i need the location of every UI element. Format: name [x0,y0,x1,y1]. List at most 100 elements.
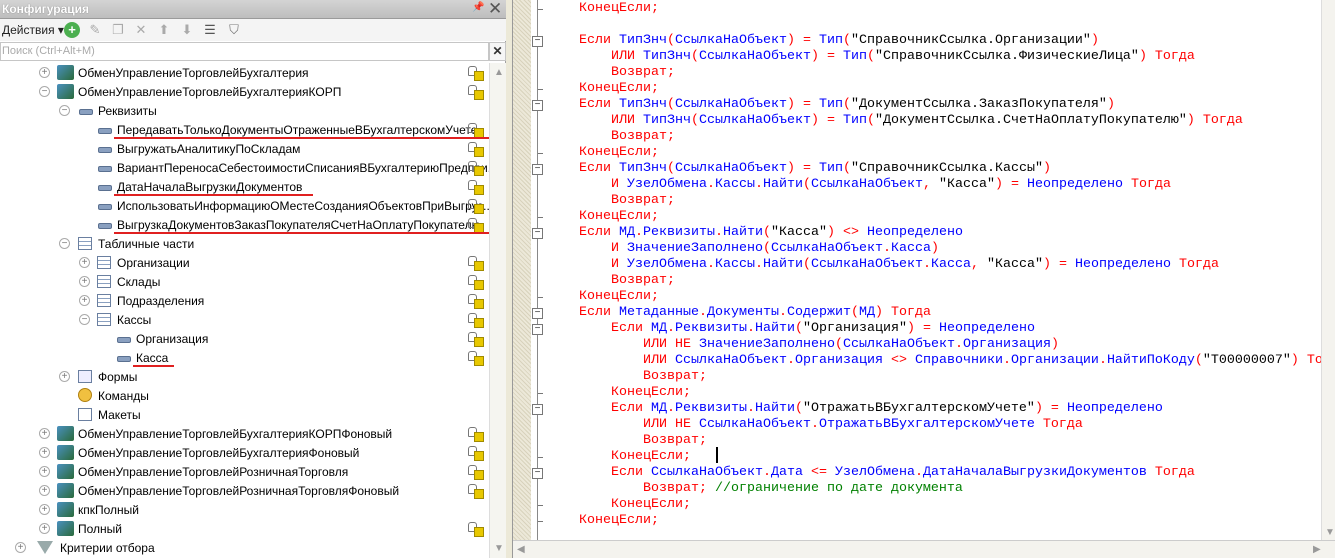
tree-item[interactable]: + кпкПолный [0,500,489,519]
code-line[interactable]: КонецЕсли; [611,385,691,401]
expand-icon[interactable]: + [39,504,50,515]
code-line[interactable]: Возврат; [643,369,707,385]
code-line[interactable]: ИЛИ ТипЗнч(СсылкаНаОбъект) = Тип("Справо… [611,49,1195,65]
tree-item[interactable]: Макеты [0,405,489,424]
tree-item[interactable]: − ОбменУправлениеТорговлейБухгалтерияКОРП [0,82,489,101]
collapse-icon[interactable]: − [59,105,70,116]
code-line[interactable]: КонецЕсли; [579,145,659,161]
tree-item[interactable]: ДатаНачалаВыгрузкиДокументов [0,177,489,196]
close-icon[interactable]: ✕ [488,0,502,19]
code-line[interactable]: ИЛИ СсылкаНаОбъект.Организация <> Справо… [643,353,1323,369]
code-line[interactable]: Возврат; [611,193,675,209]
code-line[interactable]: КонецЕсли; [579,513,659,529]
expand-icon[interactable]: + [39,466,50,477]
code-line[interactable]: Если МД.Реквизиты.Найти("Организация") =… [611,321,1035,337]
editor-horizontal-scrollbar[interactable]: ◀ ▶ [513,540,1335,558]
code-line[interactable]: И УзелОбмена.Кассы.Найти(СсылкаНаОбъект.… [611,257,1219,273]
sort-icon[interactable]: ☰ [202,22,218,38]
code-line[interactable]: ИЛИ НЕ ЗначениеЗаполнено(СсылкаНаОбъект.… [643,337,1059,353]
code-line[interactable]: И УзелОбмена.Кассы.Найти(СсылкаНаОбъект,… [611,177,1171,193]
expand-icon[interactable]: + [59,371,70,382]
code-line[interactable]: Возврат; [643,433,707,449]
code-line[interactable]: Возврат; //ограничение по дате документа [643,481,963,497]
editor-vertical-scrollbar[interactable]: ▼ [1321,0,1335,540]
collapse-icon[interactable]: − [39,86,50,97]
expand-icon[interactable]: + [39,67,50,78]
tree-item[interactable]: + ОбменУправлениеТорговлейРозничнаяТоргов… [0,481,489,500]
code-line[interactable]: ИЛИ НЕ СсылкаНаОбъект.ОтражатьВБухгалтер… [643,417,1083,433]
code-line[interactable]: ИЛИ ТипЗнч(СсылкаНаОбъект) = Тип("Докуме… [611,113,1243,129]
tree-item[interactable]: − Реквизиты [0,101,489,120]
tree-item[interactable]: + Формы [0,367,489,386]
fold-toggle-icon[interactable]: − [532,404,543,415]
code-line[interactable]: КонецЕсли; [579,1,659,17]
tree-item[interactable]: + Подразделения [0,291,489,310]
code-line[interactable]: Если ТипЗнч(СсылкаНаОбъект) = Тип("Справ… [579,33,1099,49]
expand-icon[interactable]: + [39,428,50,439]
move-down-icon[interactable]: ⬇ [179,22,195,38]
search-input[interactable]: Поиск (Ctrl+Alt+M) [0,42,489,61]
fold-toggle-icon[interactable]: − [532,468,543,479]
tree-item[interactable]: + Организации [0,253,489,272]
tree-item[interactable]: + Критерии отбора [0,538,489,557]
delete-icon[interactable]: ✕ [133,22,149,38]
collapse-icon[interactable]: − [59,238,70,249]
filter-icon[interactable]: ⛉ [226,22,242,38]
add-icon[interactable]: + [64,22,80,38]
code-line[interactable]: Если Метаданные.Документы.Содержит(МД) Т… [579,305,931,321]
tree-item[interactable]: − Табличные части [0,234,489,253]
copy-icon[interactable]: ❐ [110,22,126,38]
fold-toggle-icon[interactable]: − [532,228,543,239]
tree-item[interactable]: + Склады [0,272,489,291]
clear-search-button[interactable]: ✕ [489,42,506,61]
pin-icon[interactable]: 📌 [472,2,484,13]
tree-item[interactable]: + ОбменУправлениеТорговлейБухгалтерияФоно… [0,443,489,462]
code-line[interactable]: Возврат; [611,65,675,81]
actions-menu-button[interactable]: Действия ▾ [2,23,64,37]
scroll-down-icon[interactable]: ▼ [1325,527,1335,538]
expand-icon[interactable]: + [39,523,50,534]
collapse-icon[interactable]: − [79,314,90,325]
scroll-right-icon[interactable]: ▶ [1313,544,1321,555]
code-line[interactable]: Возврат; [611,129,675,145]
code-line[interactable]: КонецЕсли; [611,449,691,465]
tree-item[interactable]: + ОбменУправлениеТорговлейБухгалтерия [0,63,489,82]
tree-item[interactable]: ВариантПереносаСебестоимостиСписанияВБух… [0,158,498,177]
tree-item[interactable]: Организация [0,329,489,348]
move-up-icon[interactable]: ⬆ [156,22,172,38]
scroll-left-icon[interactable]: ◀ [517,544,525,555]
edit-icon[interactable]: ✎ [87,22,103,38]
tree-scrollbar[interactable]: ▲ ▼ [489,63,506,558]
tree-item[interactable]: + ОбменУправлениеТорговлейРозничнаяТоргов… [0,462,489,481]
expand-icon[interactable]: + [79,257,90,268]
code-line[interactable]: Если ТипЗнч(СсылкаНаОбъект) = Тип("Докум… [579,97,1115,113]
expand-icon[interactable]: + [39,485,50,496]
code-line[interactable]: КонецЕсли; [611,497,691,513]
code-line[interactable]: КонецЕсли; [579,289,659,305]
tree-item[interactable]: ИспользоватьИнформациюОМестеСозданияОбъе… [0,196,493,215]
fold-toggle-icon[interactable]: − [532,164,543,175]
code-line[interactable]: КонецЕсли; [579,81,659,97]
code-line[interactable]: Если МД.Реквизиты.Найти("Касса") <> Неоп… [579,225,963,241]
tree-item[interactable]: ПередаватьТолькоДокументыОтраженныеВБухг… [0,120,493,139]
scroll-down-icon[interactable]: ▼ [494,543,504,554]
expand-icon[interactable]: + [39,447,50,458]
code-editor[interactable]: КонецЕсли; Если ТипЗнч(СсылкаНаОбъект) = … [512,0,1335,558]
expand-icon[interactable]: + [15,542,26,553]
code-line[interactable]: И ЗначениеЗаполнено(СсылкаНаОбъект.Касса… [611,241,939,257]
code-line[interactable]: Если СсылкаНаОбъект.Дата <= УзелОбмена.Д… [611,465,1195,481]
tree-item[interactable]: ВыгружатьАналитикуПоСкладам [0,139,489,158]
tree-item[interactable]: + ОбменУправлениеТорговлейБухгалтерияКОРП… [0,424,489,443]
scroll-up-icon[interactable]: ▲ [494,67,504,78]
code-line[interactable]: Если МД.Реквизиты.Найти("ОтражатьВБухгал… [611,401,1163,417]
tree-item[interactable]: ВыгрузкаДокументовЗаказПокупателяСчетНаО… [0,215,500,234]
fold-toggle-icon[interactable]: − [532,308,543,319]
fold-toggle-icon[interactable]: − [532,36,543,47]
tree-item[interactable]: Команды [0,386,489,405]
fold-toggle-icon[interactable]: − [532,100,543,111]
expand-icon[interactable]: + [79,276,90,287]
code-line[interactable]: Если ТипЗнч(СсылкаНаОбъект) = Тип("Справ… [579,161,1051,177]
expand-icon[interactable]: + [79,295,90,306]
fold-toggle-icon[interactable]: − [532,324,543,335]
tree-item[interactable]: Касса [0,348,489,367]
